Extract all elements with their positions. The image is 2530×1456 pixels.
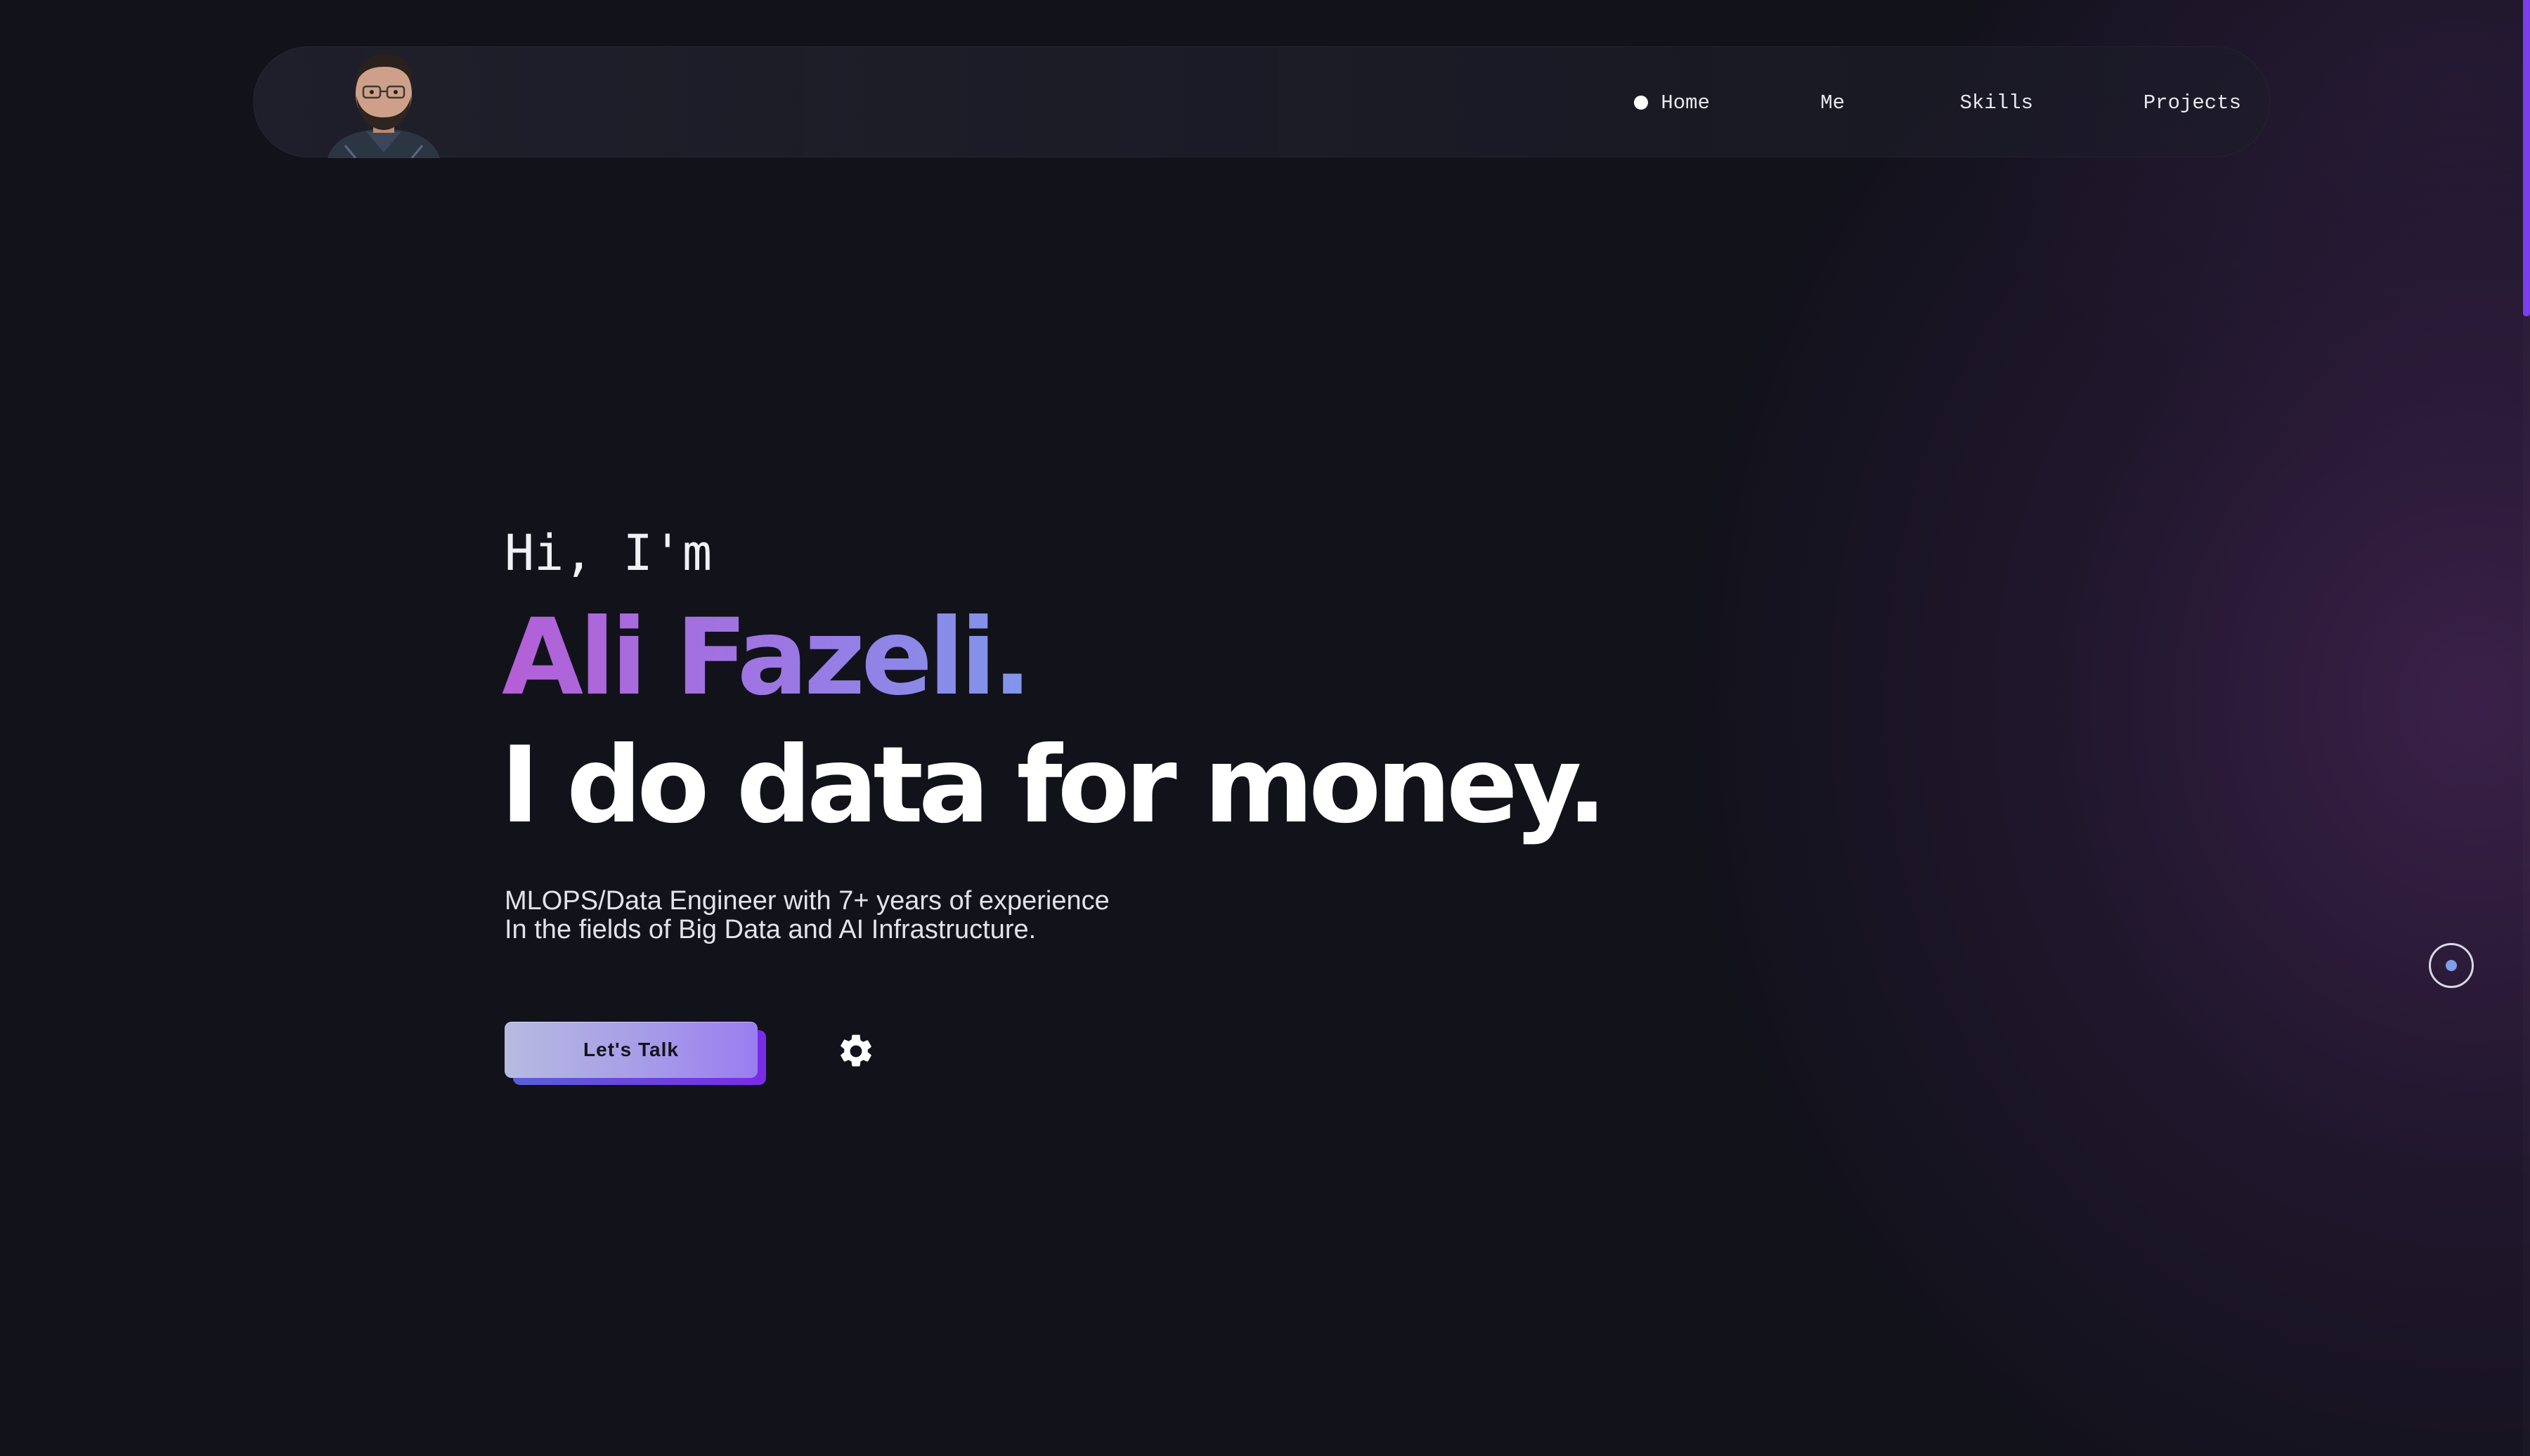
nav-item-me[interactable]: Me [1820, 47, 1845, 158]
cta-wrapper: Let's Talk [505, 1022, 767, 1086]
scrollbar-track[interactable] [2523, 0, 2530, 1456]
gear-icon[interactable] [836, 1032, 876, 1071]
scrollbar-thumb[interactable] [2523, 0, 2530, 316]
nav-item-home-label: Home [1661, 91, 1710, 115]
hero-greeting: Hi, I'm [505, 524, 713, 582]
hero-description-line-2: In the fields of Big Data and AI Infrast… [505, 915, 1037, 944]
avatar[interactable] [324, 47, 443, 158]
hero-description-line-1: MLOPS/Data Engineer with 7+ years of exp… [505, 886, 1110, 916]
nav-item-projects[interactable]: Projects [2143, 47, 2241, 158]
cursor-ring-icon [2429, 943, 2474, 988]
hero-name: Ali Fazeli. [502, 597, 1032, 719]
active-indicator-icon [1634, 96, 1649, 110]
nav-item-me-label: Me [1820, 91, 1845, 115]
lets-talk-button[interactable]: Let's Talk [505, 1022, 758, 1078]
nav-item-projects-label: Projects [2143, 91, 2241, 115]
nav-item-home[interactable]: Home [1634, 47, 1710, 158]
avatar-portrait-icon [327, 53, 440, 158]
hero-tagline: I do data for money. [500, 724, 1607, 847]
cursor-dot [2446, 960, 2457, 971]
nav-item-skills-label: Skills [1959, 91, 2033, 115]
top-navbar: Home Me Skills Projects [253, 46, 2270, 158]
hero-description: MLOPS/Data Engineer with 7+ years of exp… [505, 887, 1110, 944]
nav-item-skills[interactable]: Skills [1960, 47, 2033, 158]
